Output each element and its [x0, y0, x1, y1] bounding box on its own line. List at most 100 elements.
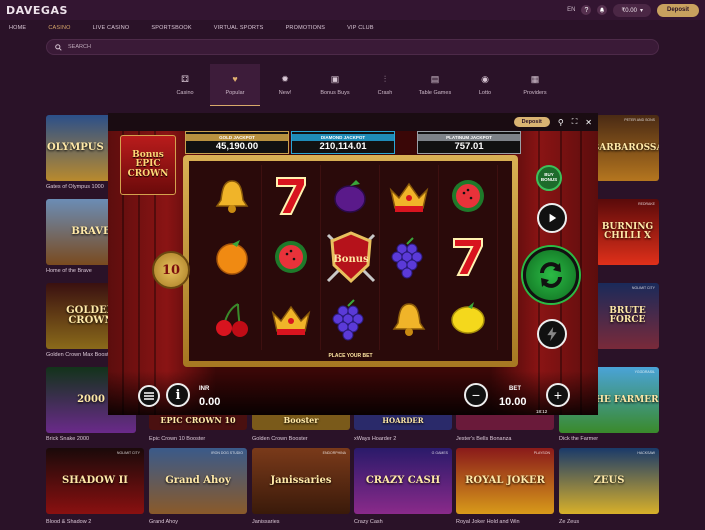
- main-nav: HOME CASINO LIVE CASINO SPORTSBOOK VIRTU…: [0, 20, 705, 36]
- grid-icon: ▦: [530, 73, 540, 84]
- reel-cell: [262, 226, 321, 289]
- cards-icon: ▤: [430, 73, 440, 84]
- autoplay-button[interactable]: [537, 203, 567, 233]
- menu-button[interactable]: [138, 385, 160, 407]
- game-tile[interactable]: NOLIMIT CITY SHADOW II: [46, 448, 144, 514]
- seven-symbol: [446, 235, 490, 279]
- crash-icon: ⫶: [383, 73, 387, 84]
- game-title[interactable]: xWays Hoarder 2: [354, 436, 396, 442]
- game-title[interactable]: Blood & Shadow 2: [46, 519, 91, 525]
- nav-live-casino[interactable]: LIVE CASINO: [93, 25, 130, 31]
- spin-arrows-icon: [540, 262, 562, 288]
- diamond-jackpot: DIAMOND JACKPOT 210,114.01: [291, 131, 395, 154]
- reel-cell: [321, 288, 380, 350]
- game-title[interactable]: Royal Joker Hold and Win: [456, 519, 520, 525]
- turbo-button[interactable]: [537, 319, 567, 349]
- game-title[interactable]: Golden Crown Booster: [252, 436, 308, 442]
- plum-symbol: [328, 174, 372, 218]
- chevron-down-icon: ▾: [639, 7, 643, 14]
- paylines-count: 10: [152, 251, 190, 289]
- nav-vip-club[interactable]: VIP CLUB: [347, 25, 374, 31]
- modal-deposit-button[interactable]: Deposit: [513, 117, 550, 127]
- close-icon[interactable]: ✕: [585, 118, 592, 127]
- game-tile[interactable]: G GAMES CRAZY CASH: [354, 448, 452, 514]
- nav-promotions[interactable]: PROMOTIONS: [286, 25, 326, 31]
- fullscreen-icon[interactable]: ⛶: [572, 117, 578, 127]
- bet-label: BET: [509, 386, 521, 392]
- crown-symbol: [269, 297, 313, 341]
- game-title[interactable]: Crazy Cash: [354, 519, 383, 525]
- game-title[interactable]: Grand Ahoy: [149, 519, 178, 525]
- tab-table-games[interactable]: ▤ Table Games: [410, 64, 460, 106]
- balance-value: ₹0.00: [621, 7, 637, 14]
- deposit-button[interactable]: Deposit: [656, 3, 699, 17]
- game-title[interactable]: Golden Crown Max Boost: [46, 352, 109, 358]
- tab-bonus-buys[interactable]: ▣ Bonus Buys: [310, 64, 360, 106]
- info-button[interactable]: i: [166, 383, 190, 407]
- place-bet-message: PLACE YOUR BET: [328, 353, 373, 359]
- nav-home[interactable]: HOME: [9, 25, 26, 31]
- game-title[interactable]: Jester's Bells Bonanza: [456, 436, 511, 442]
- game-title[interactable]: Dick the Farmer: [559, 436, 598, 442]
- brand-logo[interactable]: DAVEGAS: [6, 4, 68, 17]
- modal-toolbar: Deposit ⚲ ⛶ ✕: [108, 113, 598, 131]
- game-title[interactable]: Brick Snake 2000: [46, 436, 89, 442]
- svg-text:Bonus: Bonus: [333, 254, 369, 265]
- balance-dropdown[interactable]: ₹0.00 ▾: [613, 3, 651, 17]
- tab-popular[interactable]: ♥ Popular: [210, 64, 260, 106]
- reel-cell: [380, 165, 439, 227]
- help-icon[interactable]: ?: [581, 5, 592, 15]
- reel-cell: [262, 288, 321, 350]
- game-tile[interactable]: NOLIMIT CITY BRUTE FORCE: [596, 283, 659, 349]
- bet-increase-button[interactable]: +: [546, 383, 570, 407]
- top-bar: DAVEGAS EN ? ₹0.00 ▾ Deposit: [0, 0, 705, 20]
- tab-new[interactable]: ✹ New!: [260, 64, 310, 106]
- tab-providers[interactable]: ▦ Providers: [510, 64, 560, 106]
- grapes-symbol: [387, 235, 431, 279]
- tab-lotto[interactable]: ◉ Lotto: [460, 64, 510, 106]
- balance-value: 0.00: [199, 396, 221, 408]
- reel-cell: [439, 226, 498, 289]
- lotto-icon: ◉: [481, 73, 489, 84]
- reel-cell: [321, 165, 380, 227]
- reel-cell: [262, 165, 321, 227]
- nav-casino[interactable]: CASINO: [48, 25, 70, 31]
- game-tile[interactable]: REDRAKE BURNING CHILLI X: [596, 199, 659, 265]
- game-tile[interactable]: PLAYSON ROYAL JOKER: [456, 448, 554, 514]
- search-bar[interactable]: SEARCH: [46, 39, 659, 55]
- search-input[interactable]: SEARCH: [68, 44, 91, 50]
- chest-icon: ▣: [330, 73, 340, 84]
- platinum-jackpot: PLATINUM JACKPOT 757.01: [417, 131, 521, 154]
- watermelon-symbol: [446, 174, 490, 218]
- lemon-symbol: [446, 297, 490, 341]
- game-title[interactable]: Epic Crown 10 Booster: [149, 436, 205, 442]
- info-icon: i: [175, 387, 181, 403]
- bonus-symbol: Bonus: [320, 227, 382, 289]
- bet-decrease-button[interactable]: −: [464, 383, 488, 407]
- search-icon: [55, 43, 62, 51]
- bell-symbol: [210, 174, 254, 218]
- game-tile[interactable]: ENDORPHINA Janissaries: [252, 448, 350, 514]
- game-tile[interactable]: PETER AND SONSBARBAROSSA: [596, 115, 659, 181]
- reel-cell: [203, 165, 262, 227]
- nav-virtual-sports[interactable]: VIRTUAL SPORTS: [214, 25, 264, 31]
- grapes-symbol: [328, 297, 372, 341]
- search-icon[interactable]: ⚲: [558, 118, 564, 127]
- game-title[interactable]: Home of the Brave: [46, 268, 92, 274]
- buy-bonus-button[interactable]: BUY BONUS: [536, 165, 562, 191]
- game-title[interactable]: Gates of Olympus 1000: [46, 184, 104, 190]
- tab-casino[interactable]: ⚃ Casino: [160, 64, 210, 106]
- control-bar: i INR 0.00 − BET 10.00 + 18:12: [108, 371, 598, 415]
- tab-crash[interactable]: ⫶ Crash: [360, 64, 410, 106]
- slot-game: Bonus EPIC CROWN GOLD JACKPOT 45,190.00 …: [108, 131, 598, 415]
- bell-symbol: [387, 297, 431, 341]
- game-title[interactable]: Janissaries: [252, 519, 280, 525]
- nav-sportsbook[interactable]: SPORTSBOOK: [151, 25, 191, 31]
- game-title[interactable]: Ze Zeus: [559, 519, 579, 525]
- lightning-icon: [547, 327, 557, 341]
- game-tile[interactable]: HACKSAW ZEUS: [559, 448, 659, 514]
- language-selector[interactable]: EN: [567, 7, 575, 13]
- notification-bell-icon[interactable]: [597, 5, 608, 15]
- spin-button[interactable]: [523, 247, 579, 303]
- game-tile[interactable]: IRON DOG STUDIO Grand Ahoy: [149, 448, 247, 514]
